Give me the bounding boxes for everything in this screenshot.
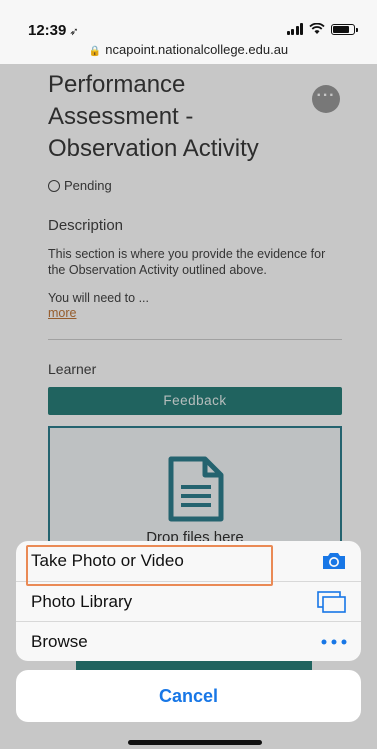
photo-library-icon <box>317 590 346 613</box>
home-indicator[interactable] <box>128 740 262 745</box>
status-time: 12:39 ➶ <box>28 22 79 39</box>
status-icons <box>286 23 358 35</box>
photo-library-option[interactable]: Photo Library <box>16 581 361 621</box>
camera-icon <box>323 553 345 569</box>
lock-icon: 🔒 <box>88 46 102 57</box>
signal-icon <box>286 23 303 35</box>
time-label: 12:39 <box>28 22 67 39</box>
ellipsis-icon <box>321 639 347 644</box>
browse-label: Browse <box>31 631 88 651</box>
cancel-label: Cancel <box>158 685 219 706</box>
wifi-icon <box>309 23 325 34</box>
status-bar: 12:39 ➶ 🔒 ncapoint.nationalcollege.edu.au <box>0 0 377 64</box>
battery-icon <box>331 23 358 35</box>
highlight-box <box>26 545 273 586</box>
url-bar[interactable]: 🔒 ncapoint.nationalcollege.edu.au <box>0 42 377 57</box>
location-arrow-icon: ➶ <box>69 26 79 38</box>
photo-library-label: Photo Library <box>31 591 133 611</box>
cancel-button[interactable]: Cancel <box>16 670 361 722</box>
url-text: ncapoint.nationalcollege.edu.au <box>105 42 289 57</box>
browse-option[interactable]: Browse <box>16 621 361 661</box>
